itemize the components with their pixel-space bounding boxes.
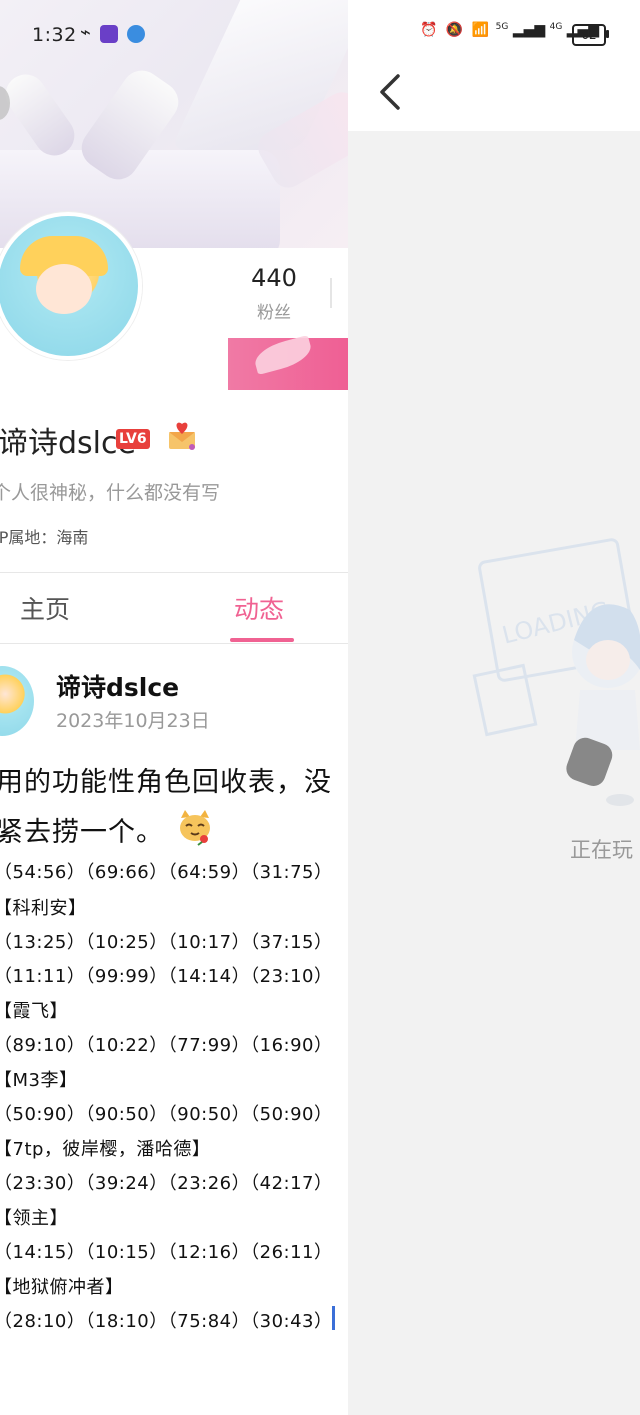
post-date: 2023年10月23日 bbox=[56, 710, 210, 732]
battery-icon bbox=[606, 30, 609, 38]
profile-bio: 个人很神秘，什么都没有写 bbox=[0, 482, 221, 504]
fans-label: 粉丝 bbox=[257, 303, 291, 323]
wifi-icon: 📶 bbox=[471, 22, 490, 38]
status-icons-left: ⌁ bbox=[80, 22, 146, 43]
loading-illustration: LOADING bbox=[472, 538, 640, 806]
list-item: （13:25）（10:25）（10:17）（37:15） bbox=[0, 932, 333, 953]
list-item: （89:10）（10:22）（77:99）（16:90） bbox=[0, 1035, 333, 1056]
list-item: 【科利安】 bbox=[0, 898, 87, 919]
profile-pane: 1:32 ⌁ 440 粉丝 谛诗dslce LV6 个人很神秘，什么都没有写 I… bbox=[0, 0, 348, 1415]
browser-notification-icon bbox=[127, 24, 146, 43]
profile-avatar[interactable] bbox=[0, 212, 142, 360]
post-text-line: 用的功能性角色回收表，没 bbox=[0, 767, 332, 798]
list-item: 【领主】 bbox=[0, 1208, 68, 1229]
list-item: （54:56）（69:66）（64:59）（31:75） bbox=[0, 862, 333, 883]
cat-emoji-icon bbox=[180, 810, 210, 846]
post-author-avatar[interactable] bbox=[0, 666, 34, 736]
back-arrow-icon[interactable] bbox=[376, 70, 406, 114]
app-notification-icon bbox=[99, 24, 118, 43]
follow-button[interactable] bbox=[228, 334, 348, 390]
text-cursor bbox=[332, 1306, 335, 1330]
list-item: （50:90）（90:50）（90:50）（50:90） bbox=[0, 1104, 333, 1125]
list-item: 【7tp，彼岸樱，潘哈德】 bbox=[0, 1139, 211, 1160]
divider bbox=[0, 572, 348, 573]
post-text-line: 紧去捞一个。 bbox=[0, 817, 164, 848]
level-badge: LV6 bbox=[116, 429, 150, 449]
wing-icon bbox=[251, 334, 315, 376]
link-icon: ⌁ bbox=[80, 22, 91, 43]
battery-level: 62 bbox=[572, 24, 606, 46]
signal-5g: 5G bbox=[495, 22, 509, 32]
list-item: 【地狱俯冲者】 bbox=[0, 1277, 124, 1298]
list-item: （23:30）（39:24）（23:26）（42:17） bbox=[0, 1173, 333, 1194]
alarm-icon: ⏰ bbox=[420, 22, 438, 38]
signal-4g: 4G bbox=[549, 22, 563, 32]
tab-home[interactable]: 主页 bbox=[20, 590, 70, 626]
list-item: 【M3李】 bbox=[0, 1070, 78, 1091]
list-item: （14:15）（10:15）（12:16）（26:11） bbox=[0, 1242, 333, 1263]
stats-divider bbox=[330, 278, 332, 308]
post-author-name[interactable]: 谛诗dslce bbox=[56, 668, 179, 704]
loading-text: 正在玩 bbox=[570, 838, 633, 862]
mute-icon: 🔕 bbox=[445, 22, 464, 38]
list-item: （28:10）（18:10）（75:84）（30:43） bbox=[0, 1311, 333, 1332]
fans-count[interactable]: 440 bbox=[230, 264, 318, 292]
active-tab-indicator bbox=[230, 638, 294, 642]
envelope-badge-icon bbox=[169, 422, 195, 450]
signal-bars-icon: ▂▄▆ bbox=[512, 22, 546, 38]
status-time: 1:32 bbox=[32, 24, 77, 46]
divider bbox=[0, 643, 348, 644]
tab-feed[interactable]: 动态 bbox=[234, 590, 284, 626]
ip-location: IP属地：海南 bbox=[0, 528, 89, 547]
list-item: （11:11）（99:99）（14:14）（23:10） bbox=[0, 966, 333, 987]
list-item: 【霞飞】 bbox=[0, 1001, 68, 1022]
